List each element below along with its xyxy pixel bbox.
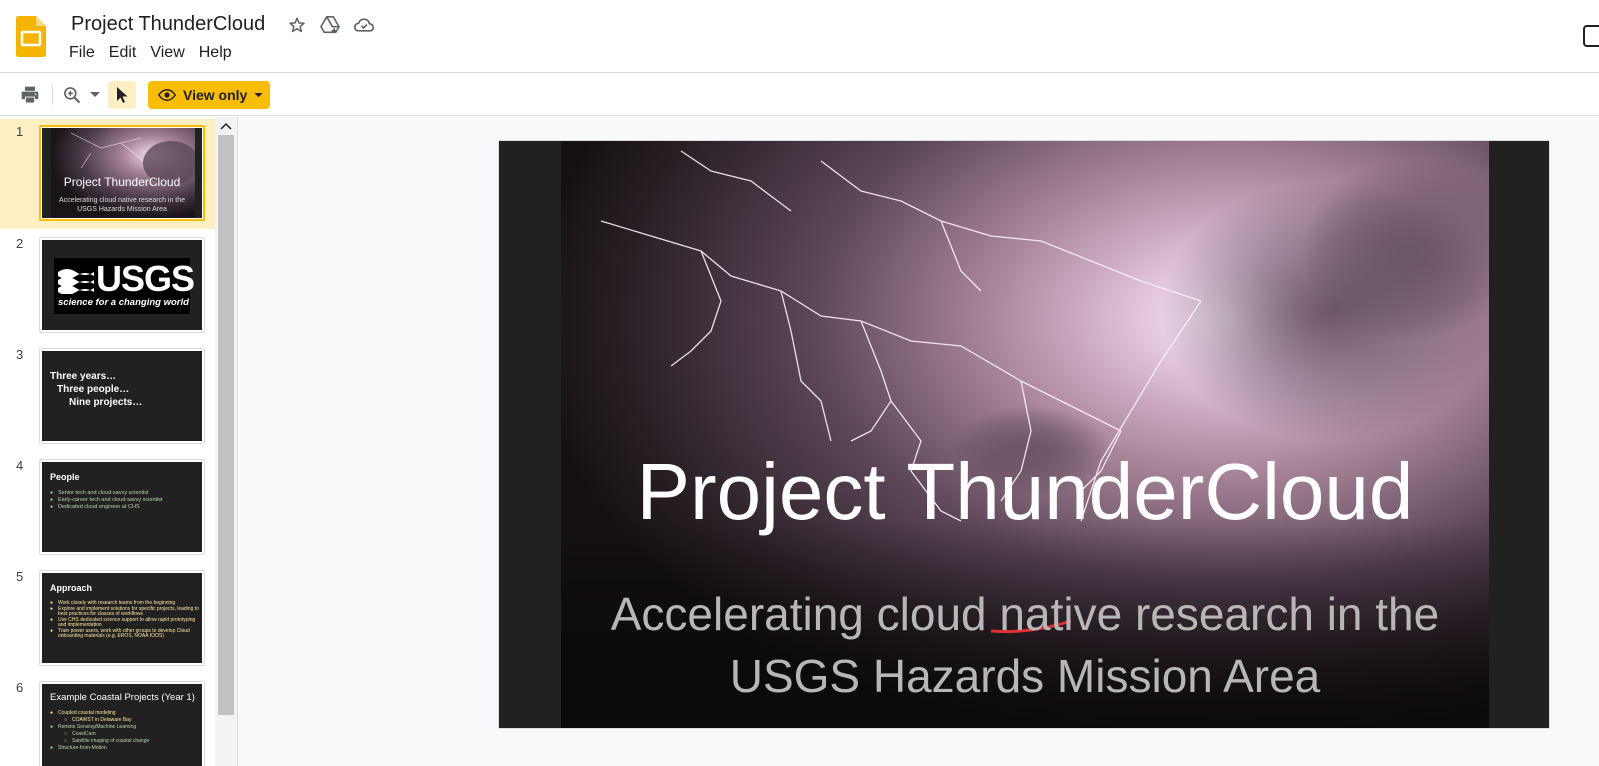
- thumb-title: Approach: [50, 583, 93, 593]
- chevron-down-icon: [254, 92, 263, 97]
- thumb-subtitle-line-1: Accelerating cloud native research in th…: [58, 197, 186, 204]
- slide-subtitle-line-2: USGS Hazards Mission Area: [729, 650, 1321, 702]
- panel-toggle-icon[interactable]: [1582, 24, 1599, 48]
- thumb-line-1: Three years…: [50, 371, 117, 382]
- thumb-bullet: Use CHS dedicated science support to all…: [50, 617, 200, 629]
- star-icon[interactable]: [286, 14, 308, 36]
- slides-logo-icon[interactable]: [16, 16, 46, 57]
- filmstrip-slide-4[interactable]: 4 People Senior tech and cloud-savvy sci…: [0, 453, 215, 563]
- menu-bar: File Edit View Help: [62, 43, 239, 65]
- slide-canvas: Project ThunderCloud Accelerating cloud …: [238, 117, 1599, 766]
- slide-subtitle-line-1: Accelerating cloud native research in th…: [610, 588, 1440, 640]
- thumb-subtitle: Accelerating cloud native research in th…: [42, 196, 202, 214]
- print-button[interactable]: [16, 81, 44, 109]
- thumbnail-canvas: USGS science for a changing world: [42, 240, 202, 330]
- thumb-sub-bullet: COAWST in Delaware Bay: [50, 717, 149, 724]
- thumb-bullet: Explore and implement solutions for spec…: [50, 606, 200, 618]
- slide-thumbnail[interactable]: Project ThunderCloud Accelerating cloud …: [39, 125, 205, 221]
- filmstrip-slide-5[interactable]: 5 Approach Work closely with research te…: [0, 564, 215, 674]
- thumb-bullet: Early-career tech and cloud-savvy scient…: [50, 497, 163, 504]
- toolbar-divider: [52, 85, 53, 105]
- slide-thumbnail[interactable]: Three years… Three people… Nine projects…: [39, 348, 205, 444]
- menu-edit[interactable]: Edit: [102, 43, 144, 65]
- slide-filmstrip: 1 Project ThunderCloud Accelerating clou…: [0, 117, 238, 766]
- thumb-title: Project ThunderCloud: [63, 175, 181, 189]
- move-to-drive-icon[interactable]: [319, 14, 341, 36]
- thumb-bullets: Senior tech and cloud-savvy scientist Ea…: [50, 490, 163, 511]
- filmstrip-slide-2[interactable]: 2 USGS science for a changing world: [0, 231, 215, 341]
- slide-thumbnail[interactable]: People Senior tech and cloud-savvy scien…: [39, 459, 205, 555]
- toolbar: View only: [0, 72, 1599, 116]
- slide-number: 1: [16, 124, 24, 139]
- menu-view[interactable]: View: [143, 43, 191, 65]
- thumb-line-3: Nine projects…: [69, 397, 143, 408]
- slide-number: 5: [16, 569, 24, 584]
- thumb-line-2: Three people…: [57, 384, 130, 395]
- eye-icon: [158, 88, 176, 102]
- thumbnail-canvas: People Senior tech and cloud-savvy scien…: [42, 462, 202, 552]
- thumb-bullet: Coupled coastal modeling: [50, 710, 149, 717]
- print-icon: [21, 86, 39, 103]
- usgs-logo-text: USGS: [96, 258, 195, 299]
- thumbnail-canvas: Example Coastal Projects (Year 1) Couple…: [42, 684, 202, 766]
- thumb-bullets: Coupled coastal modeling COAWST in Delaw…: [50, 710, 149, 752]
- document-title[interactable]: Project ThunderCloud: [71, 13, 265, 36]
- slide-number: 3: [16, 347, 24, 362]
- header: Project ThunderCloud File Edit View Help: [0, 0, 1599, 72]
- view-only-button[interactable]: View only: [148, 81, 270, 109]
- thumb-text: Three years… Three people… Nine projects…: [50, 370, 142, 409]
- thumb-bullet: Train power users, work with other group…: [50, 628, 200, 640]
- thumb-title: People: [50, 472, 80, 482]
- thumb-title: Example Coastal Projects (Year 1): [50, 692, 195, 703]
- usgs-tagline: science for a changing world: [58, 297, 189, 308]
- thumb-sub-bullet: CoastCam: [50, 731, 149, 738]
- slide-number: 2: [16, 236, 24, 251]
- filmstrip-scrollbar-thumb[interactable]: [218, 135, 234, 715]
- usgs-logo: USGS science for a changing world: [54, 258, 195, 314]
- thumbnail-canvas: Project ThunderCloud Accelerating cloud …: [42, 128, 202, 218]
- thumb-bullets: Work closely with research teams from th…: [50, 600, 200, 640]
- slide-thumbnail[interactable]: Approach Work closely with research team…: [39, 570, 205, 666]
- thumb-sub-bullet: Satellite imaging of coastal change: [50, 738, 149, 745]
- thumb-bullet: Structure-from-Motion: [50, 745, 149, 752]
- current-slide: Project ThunderCloud Accelerating cloud …: [498, 140, 1550, 729]
- slide-number: 4: [16, 458, 24, 473]
- scroll-up-arrow-icon[interactable]: [218, 119, 234, 133]
- slide-subtitle: Accelerating cloud native research in th…: [561, 583, 1489, 707]
- menu-help[interactable]: Help: [192, 43, 239, 65]
- slide-thumbnail[interactable]: USGS science for a changing world: [39, 237, 205, 333]
- filmstrip-slide-3[interactable]: 3 Three years… Three people… Nine projec…: [0, 342, 215, 452]
- menu-file[interactable]: File: [62, 43, 102, 65]
- usgs-wave-icon: [58, 269, 94, 294]
- view-only-label: View only: [183, 87, 248, 103]
- zoom-icon: [64, 87, 81, 104]
- thumbnail-canvas: Three years… Three people… Nine projects…: [42, 351, 202, 441]
- cloud-status-icon[interactable]: [353, 14, 375, 36]
- filmstrip-slide-6[interactable]: 6 Example Coastal Projects (Year 1) Coup…: [0, 675, 215, 766]
- thumbnail-canvas: Approach Work closely with research team…: [42, 573, 202, 663]
- thumb-subtitle-line-2: USGS Hazards Mission Area: [77, 206, 167, 213]
- cursor-icon: [117, 87, 128, 103]
- chevron-down-icon: [90, 92, 100, 97]
- thumb-bullet: Senior tech and cloud-savvy scientist: [50, 490, 163, 497]
- slide-number: 6: [16, 680, 24, 695]
- slide-thumbnail[interactable]: Example Coastal Projects (Year 1) Couple…: [39, 681, 205, 766]
- filmstrip-slide-1[interactable]: 1 Project ThunderCloud Accelerating clou…: [0, 119, 215, 229]
- thumb-bullet: Remote Sensing/Machine Learning: [50, 724, 149, 731]
- zoom-button[interactable]: [58, 81, 86, 109]
- slide-title: Project ThunderCloud: [636, 447, 1414, 536]
- thumb-bullet: Dedicated cloud engineer at CHS: [50, 504, 163, 511]
- zoom-dropdown[interactable]: [87, 81, 103, 109]
- select-tool-button[interactable]: [108, 81, 136, 109]
